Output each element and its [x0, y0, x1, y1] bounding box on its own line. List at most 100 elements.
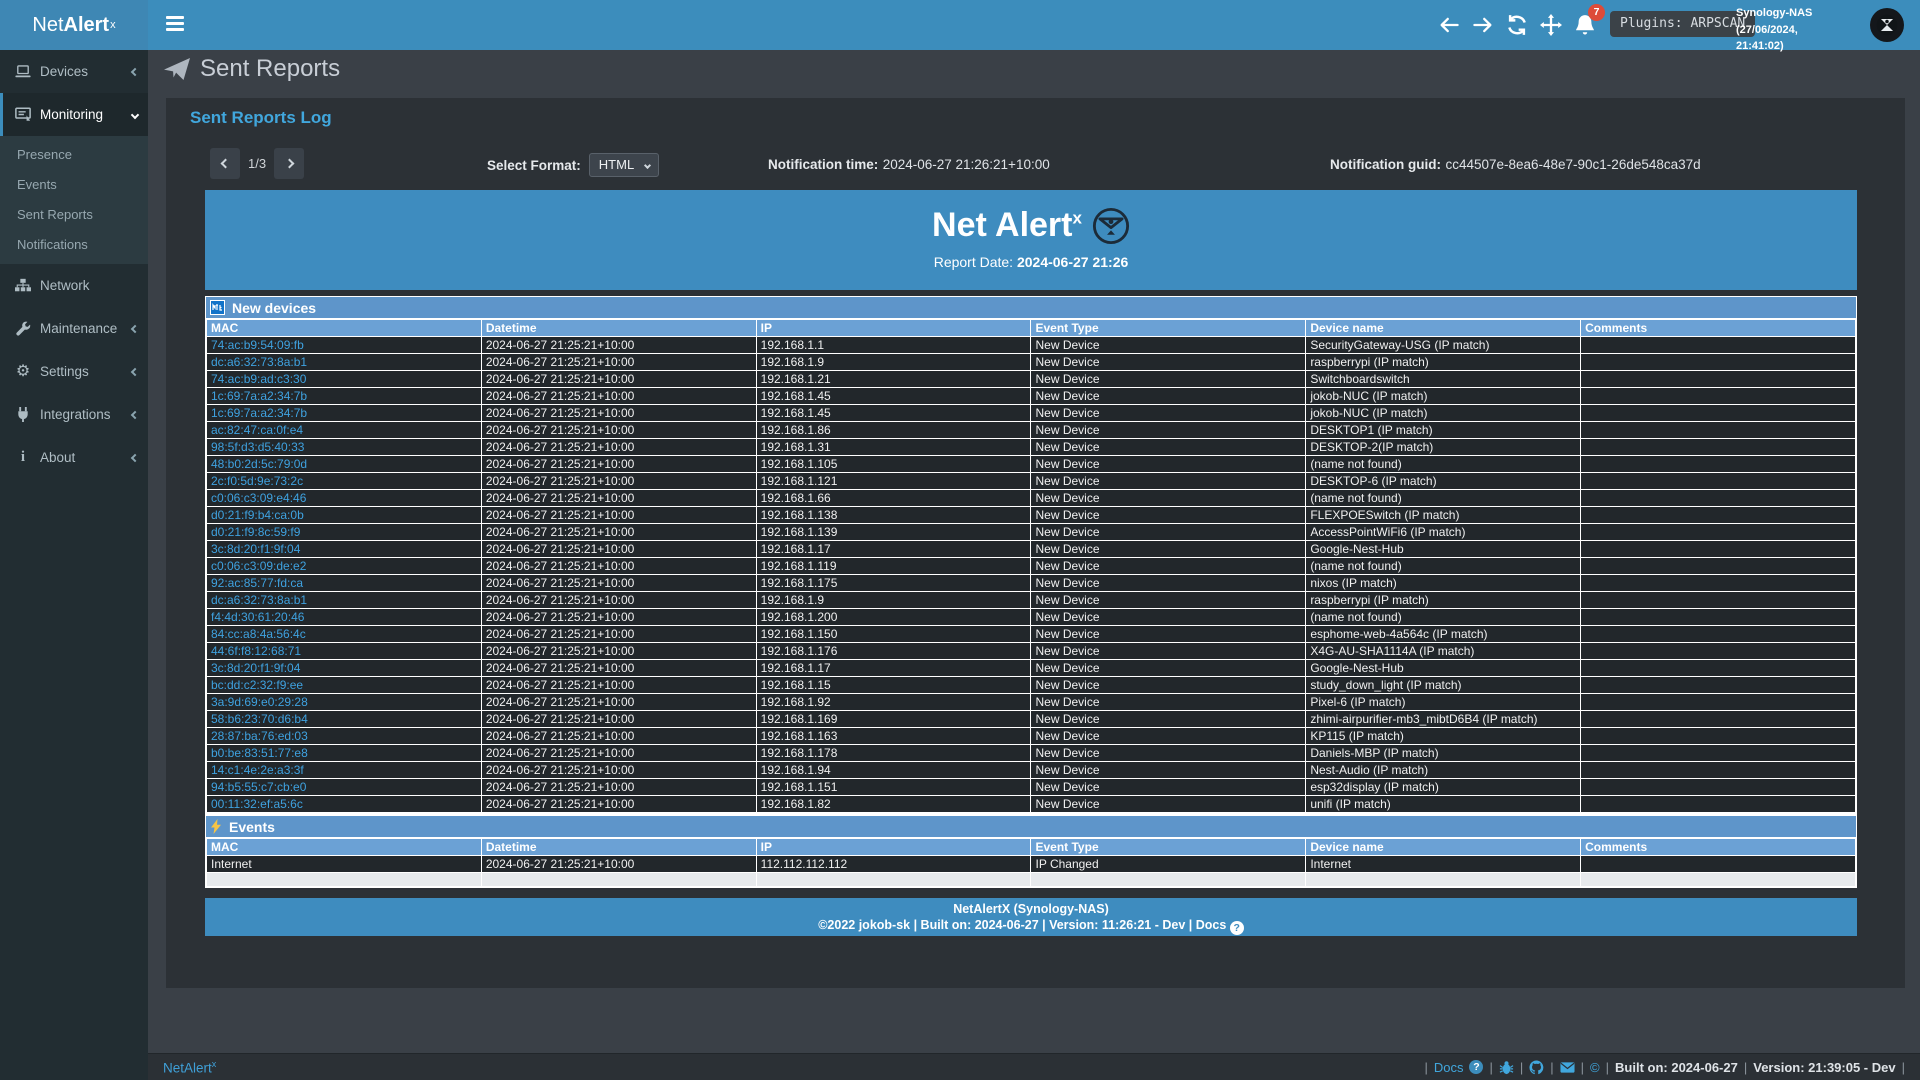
- brand-logo[interactable]: NetAlertx: [0, 0, 148, 50]
- mac-address-link[interactable]: 1c:69:7a:a2:34:7b: [211, 389, 307, 403]
- table-cell: [1581, 728, 1856, 745]
- table-cell: New Device: [1031, 745, 1306, 762]
- table-cell: [1581, 456, 1856, 473]
- format-label: Select Format:: [487, 158, 581, 173]
- format-selected-value: HTML: [599, 157, 634, 172]
- sidebar-item-presence[interactable]: Presence: [0, 140, 148, 170]
- table-cell: [1581, 796, 1856, 813]
- mac-address-link[interactable]: bc:dd:c2:32:f9:ee: [211, 678, 303, 692]
- table-cell: [1581, 643, 1856, 660]
- mac-address-link[interactable]: 14:c1:4e:2e:a3:3f: [211, 763, 304, 777]
- report-date: Report Date: 2024-06-27 21:26: [205, 254, 1857, 270]
- refresh-icon[interactable]: [1506, 14, 1528, 36]
- move-icon[interactable]: [1540, 14, 1562, 36]
- mac-address-link[interactable]: 2c:f0:5d:9e:73:2c: [211, 474, 303, 488]
- notification-count-badge[interactable]: 7: [1588, 4, 1605, 21]
- mac-address-link[interactable]: 3a:9d:69:e0:29:28: [211, 695, 308, 709]
- mac-address-link[interactable]: d0:21:f9:8c:59:f9: [211, 525, 300, 539]
- table-cell: [1581, 507, 1856, 524]
- mac-address-link[interactable]: 1c:69:7a:a2:34:7b: [211, 406, 307, 420]
- table-cell: 2024-06-27 21:25:21+10:00: [481, 575, 756, 592]
- sidebar-item-events[interactable]: Events: [0, 170, 148, 200]
- sidebar-item-maintenance[interactable]: Maintenance: [0, 307, 148, 350]
- app-footer: NetAlertx | Docs ? | | | | © | Built on:…: [148, 1053, 1920, 1080]
- column-header: Device name: [1306, 320, 1581, 337]
- table-cell: [1581, 762, 1856, 779]
- table-cell: 192.168.1.31: [756, 439, 1031, 456]
- events-section-bar: Events: [206, 816, 1856, 837]
- mac-address-link[interactable]: 84:cc:a8:4a:56:4c: [211, 627, 306, 641]
- table-cell: DESKTOP-2(IP match): [1306, 439, 1581, 456]
- mac-address-link[interactable]: 44:6f:f8:12:68:71: [211, 644, 301, 658]
- table-row: 3a:9d:69:e0:29:282024-06-27 21:25:21+10:…: [207, 694, 1856, 711]
- sidebar-item-network[interactable]: Network: [0, 264, 148, 307]
- mac-address-link[interactable]: 28:87:ba:76:ed:03: [211, 729, 308, 743]
- table-cell: 94:b5:55:c7:cb:e0: [207, 779, 482, 796]
- mac-address-link[interactable]: 74:ac:b9:ad:c3:30: [211, 372, 306, 386]
- next-page-button[interactable]: [274, 148, 304, 179]
- table-cell: New Device: [1031, 558, 1306, 575]
- table-cell: 192.168.1.66: [756, 490, 1031, 507]
- plugins-badge[interactable]: Plugins: ARPSCAN: [1610, 11, 1755, 37]
- table-row: b0:be:83:51:77:e82024-06-27 21:25:21+10:…: [207, 745, 1856, 762]
- sidebar-item-sent-reports[interactable]: Sent Reports: [0, 200, 148, 230]
- mac-address-link[interactable]: 3c:8d:20:f1:9f:04: [211, 542, 300, 556]
- mac-address-link[interactable]: 94:b5:55:c7:cb:e0: [211, 780, 306, 794]
- mac-address-link[interactable]: c0:06:c3:09:de:e2: [211, 559, 306, 573]
- wrench-icon: [14, 321, 32, 337]
- table-row: 74:ac:b9:ad:c3:302024-06-27 21:25:21+10:…: [207, 371, 1856, 388]
- mac-address-link[interactable]: 74:ac:b9:54:09:fb: [211, 338, 304, 352]
- mac-address-link[interactable]: dc:a6:32:73:8a:b1: [211, 593, 307, 607]
- table-cell: DESKTOP-6 (IP match): [1306, 473, 1581, 490]
- mac-address-link[interactable]: dc:a6:32:73:8a:b1: [211, 355, 307, 369]
- table-cell: New Device: [1031, 507, 1306, 524]
- docs-link[interactable]: Docs: [1434, 1060, 1464, 1075]
- mac-address-link[interactable]: f4:4d:30:61:20:46: [211, 610, 304, 624]
- table-cell: New Device: [1031, 490, 1306, 507]
- table-cell: KP115 (IP match): [1306, 728, 1581, 745]
- sidebar-item-monitoring[interactable]: Monitoring: [0, 93, 148, 136]
- table-cell: New Device: [1031, 337, 1306, 354]
- github-icon[interactable]: [1529, 1060, 1544, 1075]
- sidebar-item-devices[interactable]: Devices: [0, 50, 148, 93]
- sidebar-item-about[interactable]: i About: [0, 436, 148, 479]
- bug-report-icon[interactable]: [1499, 1060, 1514, 1075]
- mail-icon[interactable]: [1560, 1060, 1575, 1075]
- sidebar-item-settings[interactable]: ⚙ Settings: [0, 350, 148, 393]
- forward-arrow-icon[interactable]: [1472, 14, 1494, 36]
- mac-address-link[interactable]: 98:5f:d3:d5:40:33: [211, 440, 304, 454]
- table-cell: 192.168.1.21: [756, 371, 1031, 388]
- table-cell: 192.168.1.200: [756, 609, 1031, 626]
- mac-address-link[interactable]: ac:82:47:ca:0f:e4: [211, 423, 303, 437]
- mac-address-link[interactable]: 3c:8d:20:f1:9f:04: [211, 661, 300, 675]
- table-row: f4:4d:30:61:20:462024-06-27 21:25:21+10:…: [207, 609, 1856, 626]
- mac-address-link[interactable]: d0:21:f9:b4:ca:0b: [211, 508, 304, 522]
- report-date-value: 2024-06-27 21:26: [1017, 254, 1128, 270]
- mac-address-link[interactable]: 58:b6:23:70:d6:b4: [211, 712, 308, 726]
- sidebar-item-integrations[interactable]: Integrations: [0, 393, 148, 436]
- table-cell: 2024-06-27 21:25:21+10:00: [481, 473, 756, 490]
- sidebar-item-notifications[interactable]: Notifications: [0, 230, 148, 260]
- mac-address-link[interactable]: 92:ac:85:77:fd:ca: [211, 576, 303, 590]
- previous-page-button[interactable]: [210, 148, 240, 179]
- footer-brand[interactable]: NetAlertx: [163, 1059, 216, 1076]
- table-cell: 1c:69:7a:a2:34:7b: [207, 388, 482, 405]
- table-row: ac:82:47:ca:0f:e42024-06-27 21:25:21+10:…: [207, 422, 1856, 439]
- user-avatar[interactable]: [1870, 8, 1904, 42]
- table-cell: 2024-06-27 21:25:21+10:00: [481, 728, 756, 745]
- copyright-icon[interactable]: ©: [1590, 1060, 1600, 1075]
- mac-address-link[interactable]: b0:be:83:51:77:e8: [211, 746, 308, 760]
- notification-guid: Notification guid: cc44507e-8ea6-48e7-90…: [1330, 156, 1701, 174]
- mac-address-link[interactable]: 00:11:32:ef:a5:6c: [211, 797, 303, 811]
- mac-address-link[interactable]: c0:06:c3:09:e4:46: [211, 491, 306, 505]
- sidebar-toggle-button[interactable]: [166, 16, 186, 34]
- table-row: 3c:8d:20:f1:9f:042024-06-27 21:25:21+10:…: [207, 541, 1856, 558]
- docs-question-icon[interactable]: ?: [1230, 921, 1244, 935]
- chevron-down-icon: [131, 110, 139, 118]
- mac-address-link[interactable]: 48:b0:2d:5c:79:0d: [211, 457, 307, 471]
- table-cell: 28:87:ba:76:ed:03: [207, 728, 482, 745]
- back-arrow-icon[interactable]: [1438, 14, 1460, 36]
- format-select[interactable]: HTML: [589, 153, 659, 177]
- help-question-icon[interactable]: ?: [1469, 1060, 1483, 1074]
- table-cell: 1c:69:7a:a2:34:7b: [207, 405, 482, 422]
